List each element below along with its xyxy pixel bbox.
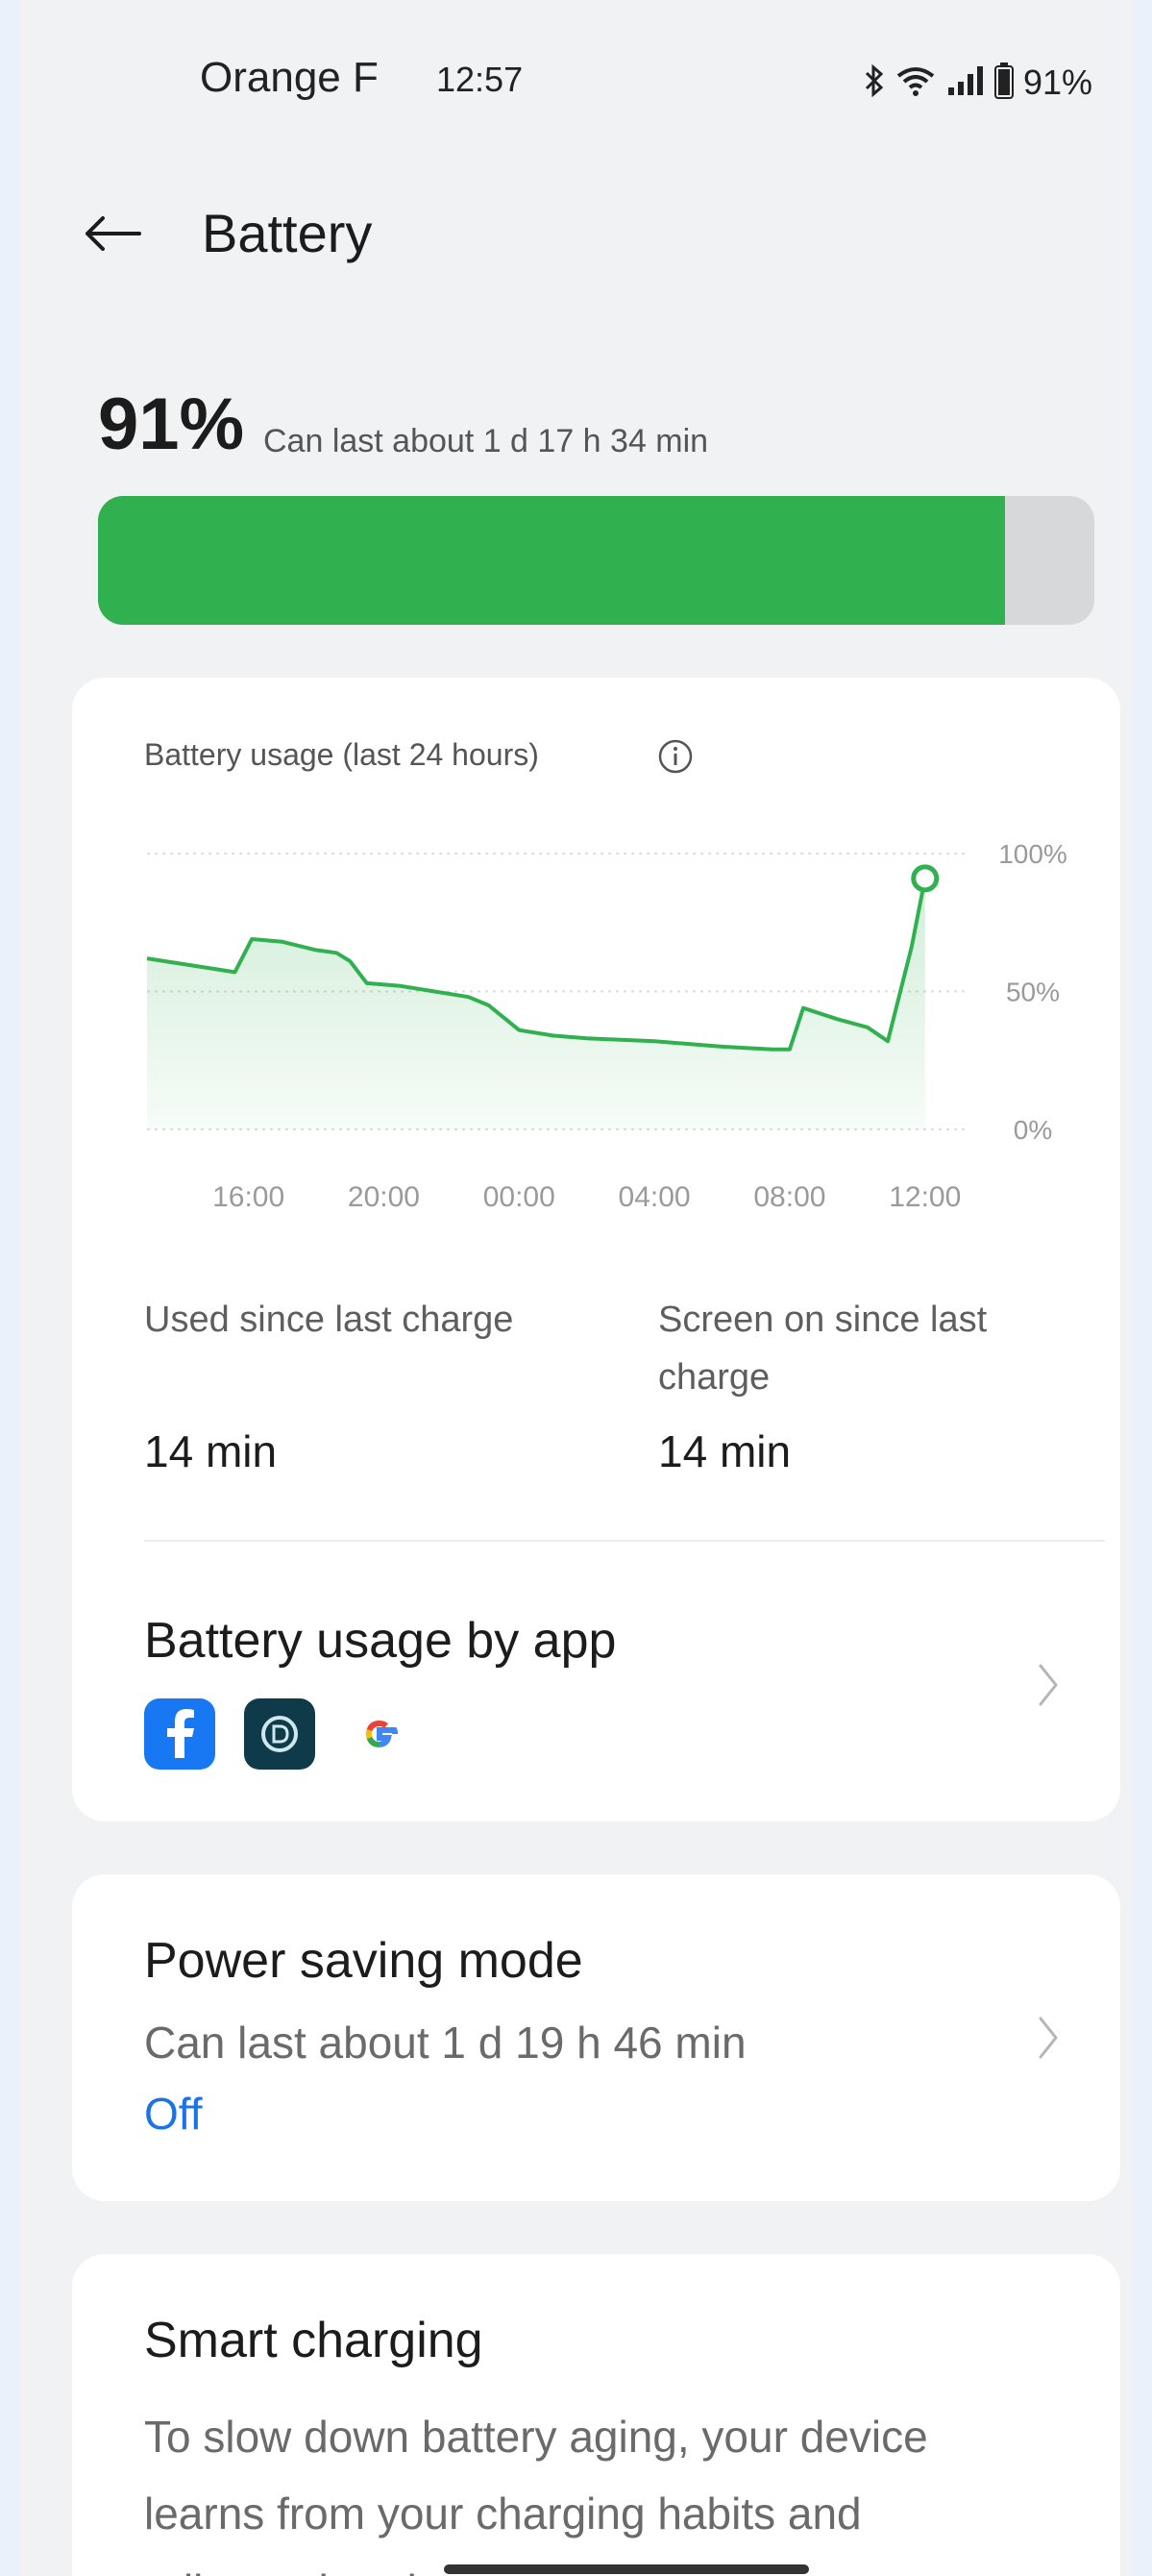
chevron-right-icon [1029, 2009, 1067, 2067]
y-tick-label: 50% [1006, 978, 1060, 1007]
arrow-left-icon [86, 216, 141, 251]
screen-on-value: 14 min [658, 1426, 792, 1476]
battery-screen: Orange F 12:57 91% Battery 91% Can last … [21, 0, 1131, 2576]
used-since-charge-label: Used since last charge [144, 1300, 514, 1340]
status-icons: 91% [864, 54, 1092, 111]
google-icon [344, 1698, 415, 1770]
current-level-point [911, 864, 940, 893]
back-button[interactable] [79, 200, 146, 267]
y-tick-label: 0% [1014, 1115, 1052, 1145]
x-tick-label: 20:00 [348, 1181, 420, 1213]
battery-level-bar [98, 496, 1094, 625]
battery-percent: 91% [98, 384, 245, 465]
power-saving-state: Off [144, 2089, 203, 2139]
y-tick-label: 100% [998, 839, 1067, 869]
app-d-icon [244, 1698, 315, 1770]
status-bar: Orange F 12:57 91% [21, 54, 1131, 111]
battery-usage-by-app-title: Battery usage by app [144, 1613, 617, 1669]
x-tick-label: 04:00 [619, 1181, 691, 1213]
x-tick-label: 12:00 [889, 1181, 961, 1213]
divider [144, 1540, 1105, 1542]
status-time: 12:57 [436, 60, 524, 99]
facebook-icon [144, 1698, 215, 1770]
battery-icon [993, 62, 1014, 104]
x-tick-label: 08:00 [753, 1181, 825, 1213]
x-tick-label: 00:00 [483, 1181, 555, 1213]
carrier-name: Orange F [200, 54, 379, 101]
battery-usage-card: Battery usage (last 24 hours) 100% 50% 0% 1… [72, 678, 1120, 1821]
battery-remaining-estimate: Can last about 1 d 17 h 34 min [263, 423, 709, 459]
power-saving-mode-card[interactable]: Power saving mode Can last about 1 d 19 … [72, 1874, 1120, 2201]
smart-charging-description: To slow down battery aging, your device … [144, 2412, 928, 2576]
battery-usage-chart: 100% 50% 0% 16:00 20:00 00:00 04:00 08:00 12:00 [146, 839, 1067, 1213]
chevron-right-icon [1029, 1656, 1067, 1714]
x-tick-label: 16:00 [212, 1181, 284, 1213]
status-battery-percent: 91% [1022, 62, 1092, 102]
power-saving-title: Power saving mode [144, 1933, 583, 1989]
home-indicator[interactable] [444, 2564, 809, 2574]
app-icons [144, 1698, 415, 1770]
page-title: Battery [202, 203, 373, 263]
smart-charging-title: Smart charging [144, 2313, 483, 2368]
power-saving-estimate: Can last about 1 d 19 h 46 min [144, 2018, 747, 2068]
used-since-charge-value: 14 min [144, 1426, 278, 1476]
wifi-icon [895, 64, 937, 102]
app-header: Battery [21, 192, 1131, 279]
bluetooth-icon [864, 63, 885, 102]
battery-level-fill [98, 496, 1005, 625]
signal-icon [946, 64, 985, 102]
smart-charging-card[interactable]: Smart charging To slow down battery agin… [72, 2254, 1120, 2576]
battery-usage-by-app-row[interactable]: Battery usage by app [72, 1543, 1120, 1821]
screen-on-label: Screen on since last charge [658, 1300, 988, 1398]
usage-area [147, 878, 925, 1129]
